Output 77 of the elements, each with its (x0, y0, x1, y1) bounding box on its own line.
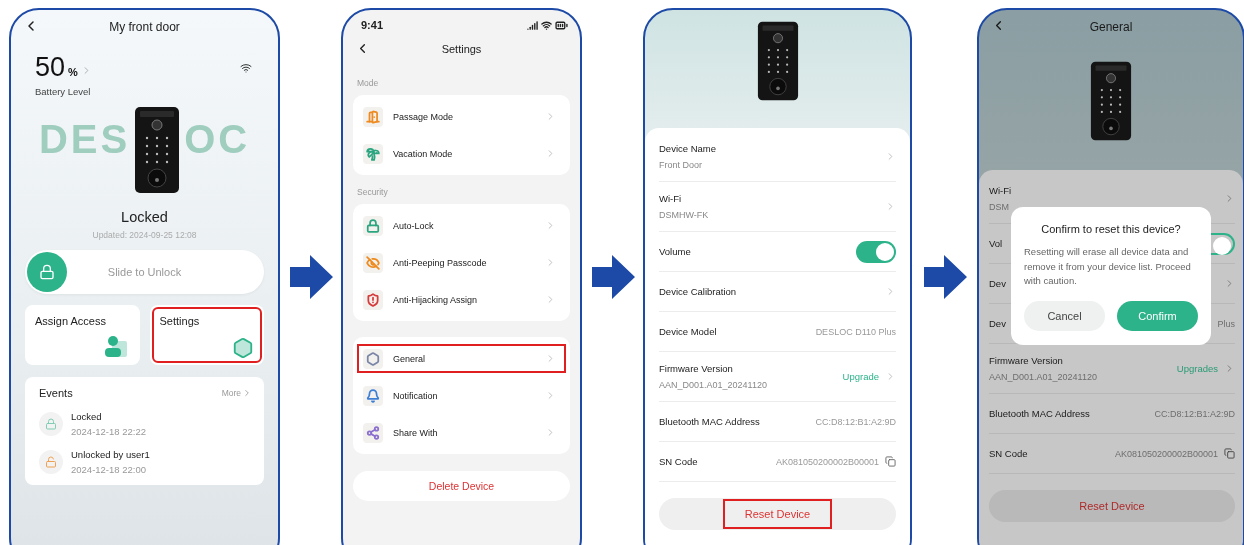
settings-item[interactable]: Passage Mode (353, 98, 570, 135)
wifi-icon (541, 19, 552, 31)
row-label: SN Code (659, 456, 698, 467)
settings-item[interactable]: General (353, 340, 570, 377)
row-label: Device Calibration (659, 286, 737, 297)
settings-row[interactable]: Device Name Front Door (659, 132, 896, 182)
settings-row[interactable]: Wi-Fi DSMHW-FK (659, 182, 896, 232)
delete-device-button[interactable]: Delete Device (353, 471, 570, 501)
wifi-icon (240, 61, 252, 74)
row-value: CC:D8:12:B1:A2:9D (1154, 408, 1235, 419)
row-value: DSM (989, 202, 1009, 212)
right-arrow-icon (921, 254, 968, 300)
event-time: 2024-12-18 22:22 (71, 426, 146, 437)
brand-watermark: OC (184, 116, 251, 162)
screen-title: My front door (109, 20, 180, 34)
row-label: Bluetooth MAC Address (659, 416, 760, 427)
lock-icon (39, 264, 55, 280)
cancel-button[interactable]: Cancel (1024, 301, 1105, 332)
battery-label: Battery Level (34, 85, 92, 97)
row-label: Wi-Fi (659, 193, 682, 204)
row-value: AAN_D001.A01_20241120 (989, 372, 1097, 382)
row-label: Wi-Fi (989, 185, 1012, 196)
brand-watermark: DES (38, 116, 131, 162)
reset-device-button[interactable]: Reset Device (659, 498, 896, 530)
events-title: Events (39, 387, 73, 399)
unlock-icon (39, 450, 63, 474)
row-value: AK081050200002B00001 (1114, 448, 1218, 459)
settings-item[interactable]: Anti-Peeping Passcode (353, 244, 570, 281)
row-label: Bluetooth MAC Address (989, 408, 1090, 419)
dialog-title: Confirm to reset this device? (1040, 223, 1182, 235)
settings-row[interactable]: Device Calibration (659, 272, 896, 312)
section-heading: Security (356, 186, 389, 199)
row-value: AAN_D001.A01_20241120 (659, 380, 767, 390)
copy-icon[interactable] (885, 456, 896, 467)
copy-icon[interactable] (1224, 448, 1235, 459)
feature-tile[interactable]: Settings (149, 305, 264, 365)
chevron-right-icon (242, 388, 252, 398)
right-arrow-icon (589, 254, 636, 300)
settings-item[interactable]: Vacation Mode (353, 135, 570, 172)
lock-status: Locked (120, 209, 169, 225)
slider-knob[interactable] (27, 252, 67, 292)
row-value: Plus (1217, 318, 1235, 329)
settings-item[interactable]: Share With (353, 414, 570, 451)
settings-item[interactable]: Auto-Lock (353, 207, 570, 244)
row-label: Firmware Version (989, 355, 1063, 366)
row-label: Device Name (659, 143, 717, 154)
right-arrow-icon (287, 254, 334, 300)
row-label: Firmware Version (659, 363, 733, 374)
settings-item[interactable]: Anti-Hijacking Assign (353, 281, 570, 318)
row-value: CC:D8:12:B1:A2:9D (815, 416, 896, 427)
person-card-icon (103, 335, 130, 359)
section-heading: Mode (356, 77, 380, 90)
updated-time: Updated: 2024-09-25 12:08 (91, 230, 198, 240)
row-label: Dev (989, 318, 1006, 329)
hexagon-icon (232, 337, 254, 359)
row-label: Volume (659, 246, 691, 257)
screen-title: Settings (441, 43, 482, 55)
settings-item[interactable]: Notification (353, 377, 570, 414)
status-time: 9:41 (361, 19, 384, 31)
lock-icon (39, 412, 63, 436)
row-label: Device Model (659, 326, 717, 337)
row-value: DESLOC D110 Plus (815, 326, 896, 337)
row-value: DSMHW-FK (659, 210, 709, 220)
row-value: AK081050200002B00001 (775, 456, 879, 467)
feature-tile[interactable]: Assign Access (25, 305, 140, 365)
screen-title: General (1089, 20, 1133, 34)
toggle-switch[interactable] (856, 240, 896, 263)
event-title: Locked (71, 411, 103, 422)
event-title: Unlocked by user1 (71, 449, 150, 460)
row-label: Vol (989, 238, 1003, 249)
battery-level-link[interactable]: 50% (35, 52, 92, 83)
row-label: Dev (989, 278, 1006, 289)
signal-icon (527, 19, 538, 31)
event-time: 2024-12-18 22:00 (71, 464, 147, 475)
row-label: SN Code (989, 448, 1028, 459)
dialog-message: Resetting will erase all device data and remove it from your device list. Proceed with caution. (1024, 245, 1192, 289)
row-value: Front Door (659, 160, 702, 170)
